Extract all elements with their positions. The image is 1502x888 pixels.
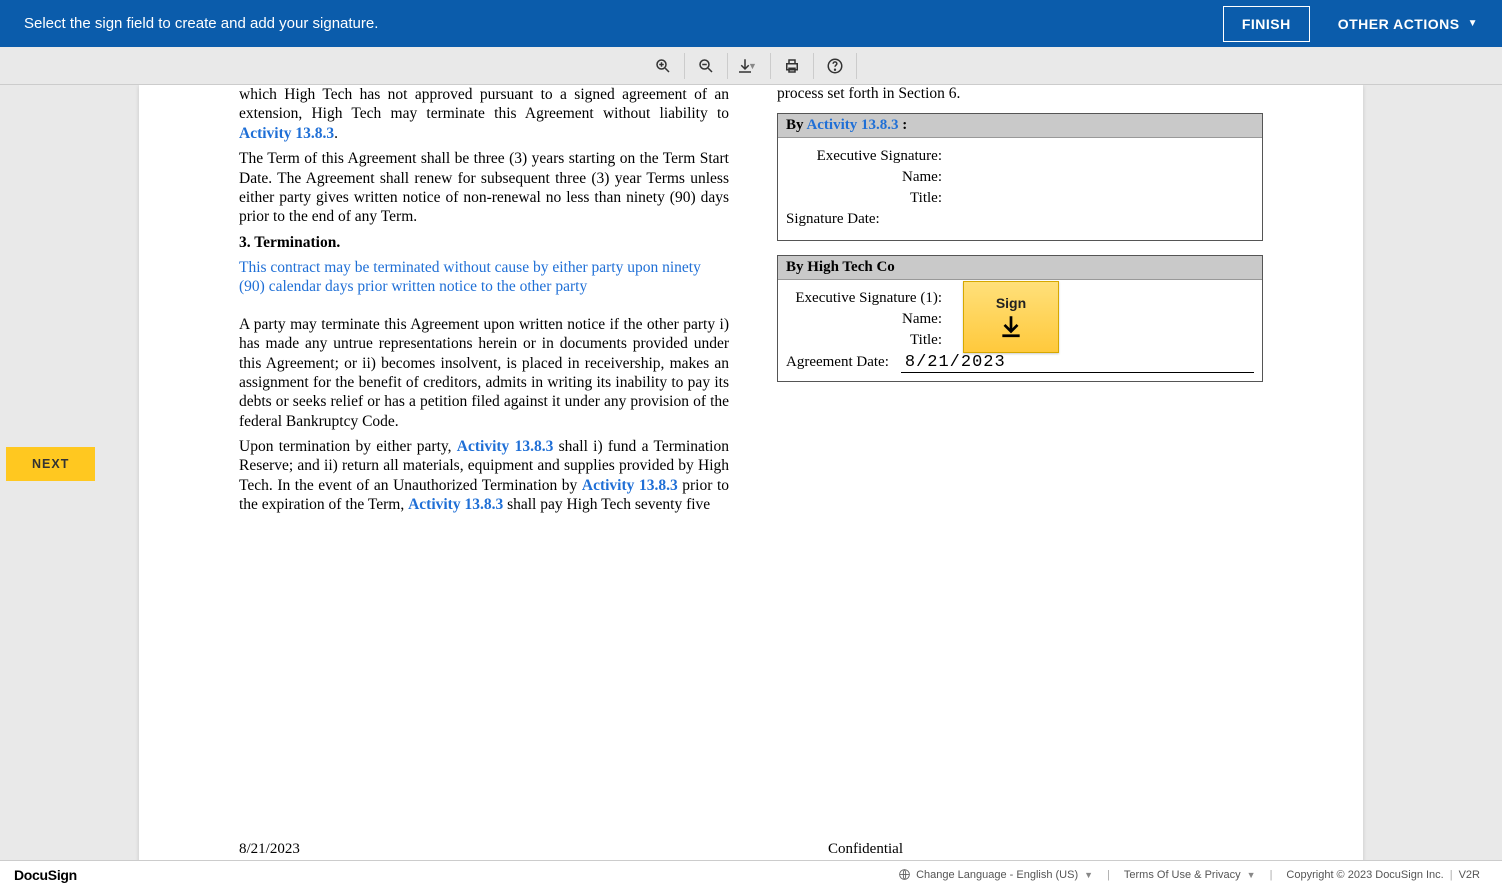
agreement-date-label: Agreement Date: xyxy=(786,354,901,371)
caret-down-icon: ▼ xyxy=(1468,18,1478,29)
signature-block-header: By High Tech Co xyxy=(778,256,1262,280)
top-bar: Select the sign field to create and add … xyxy=(0,0,1502,47)
paragraph: A party may terminate this Agreement upo… xyxy=(239,315,729,431)
right-column: process set forth in Section 6. By Activ… xyxy=(777,85,1263,521)
termination-clause-link: This contract may be terminated without … xyxy=(239,258,729,297)
footer-bar: DocuSign Change Language - English (US) … xyxy=(0,860,1502,888)
paragraph: which High Tech has not approved pursuan… xyxy=(239,85,729,143)
exec-signature-label: Executive Signature (1): xyxy=(786,290,946,307)
document-viewport[interactable]: which High Tech has not approved pursuan… xyxy=(0,85,1502,860)
print-icon xyxy=(783,57,801,75)
document-page: which High Tech has not approved pursuan… xyxy=(139,85,1363,860)
title-label: Title: xyxy=(786,190,946,207)
finish-button[interactable]: FINISH xyxy=(1223,6,1310,42)
sign-tag-label: Sign xyxy=(996,295,1026,311)
page-footer-confidential: Confidential xyxy=(828,841,903,858)
paragraph: Upon termination by either party, Activi… xyxy=(239,437,729,515)
caret-down-icon: ▼ xyxy=(1247,870,1256,880)
page-footer-date: 8/21/2023 xyxy=(239,841,300,858)
help-button[interactable] xyxy=(816,50,854,82)
download-button[interactable]: ▼ xyxy=(730,50,768,82)
help-icon xyxy=(826,57,844,75)
other-actions-label: OTHER ACTIONS xyxy=(1338,16,1460,32)
instruction-text: Select the sign field to create and add … xyxy=(24,15,1223,32)
sign-here-tag[interactable]: Sign xyxy=(963,281,1059,353)
signature-date-label: Signature Date: xyxy=(786,211,880,228)
document-toolbar: ▼ xyxy=(0,47,1502,85)
copyright-text: Copyright © 2023 DocuSign Inc.|V2R xyxy=(1286,869,1480,881)
page-footer: 8/21/2023 Confidential xyxy=(239,841,1263,858)
globe-icon xyxy=(898,868,911,881)
signature-block-party-a: By Activity 13.8.3 : Executive Signature… xyxy=(777,113,1263,241)
name-label: Name: xyxy=(786,311,946,328)
activity-link: Activity 13.8.3 xyxy=(806,117,898,133)
other-actions-menu[interactable]: OTHER ACTIONS ▼ xyxy=(1338,16,1478,32)
activity-link: Activity 13.8.3 xyxy=(582,477,678,494)
brand-logo: DocuSign xyxy=(14,867,77,883)
sign-arrow-icon xyxy=(998,313,1024,339)
paragraph: process set forth in Section 6. xyxy=(777,85,1263,103)
print-button[interactable] xyxy=(773,50,811,82)
section-heading: 3. Termination. xyxy=(239,233,729,252)
paragraph: The Term of this Agreement shall be thre… xyxy=(239,149,729,227)
exec-signature-label: Executive Signature: xyxy=(786,148,946,165)
name-label: Name: xyxy=(786,169,946,186)
zoom-out-icon xyxy=(697,57,715,75)
caret-down-icon: ▼ xyxy=(1084,870,1093,880)
zoom-out-button[interactable] xyxy=(687,50,725,82)
next-button[interactable]: NEXT xyxy=(6,447,95,481)
agreement-date-value: 8/21/2023 xyxy=(901,353,1254,373)
left-column: which High Tech has not approved pursuan… xyxy=(239,85,729,521)
zoom-in-button[interactable] xyxy=(644,50,682,82)
caret-down-icon: ▼ xyxy=(748,61,757,71)
activity-link: Activity 13.8.3 xyxy=(408,496,503,513)
signature-block-header: By Activity 13.8.3 : xyxy=(778,114,1262,138)
activity-link: Activity 13.8.3 xyxy=(239,125,334,142)
change-language-menu[interactable]: Change Language - English (US) ▼ xyxy=(898,868,1093,881)
activity-link: Activity 13.8.3 xyxy=(457,438,554,455)
terms-privacy-menu[interactable]: Terms Of Use & Privacy ▼ xyxy=(1124,869,1256,881)
zoom-in-icon xyxy=(654,57,672,75)
title-label: Title: xyxy=(786,332,946,349)
